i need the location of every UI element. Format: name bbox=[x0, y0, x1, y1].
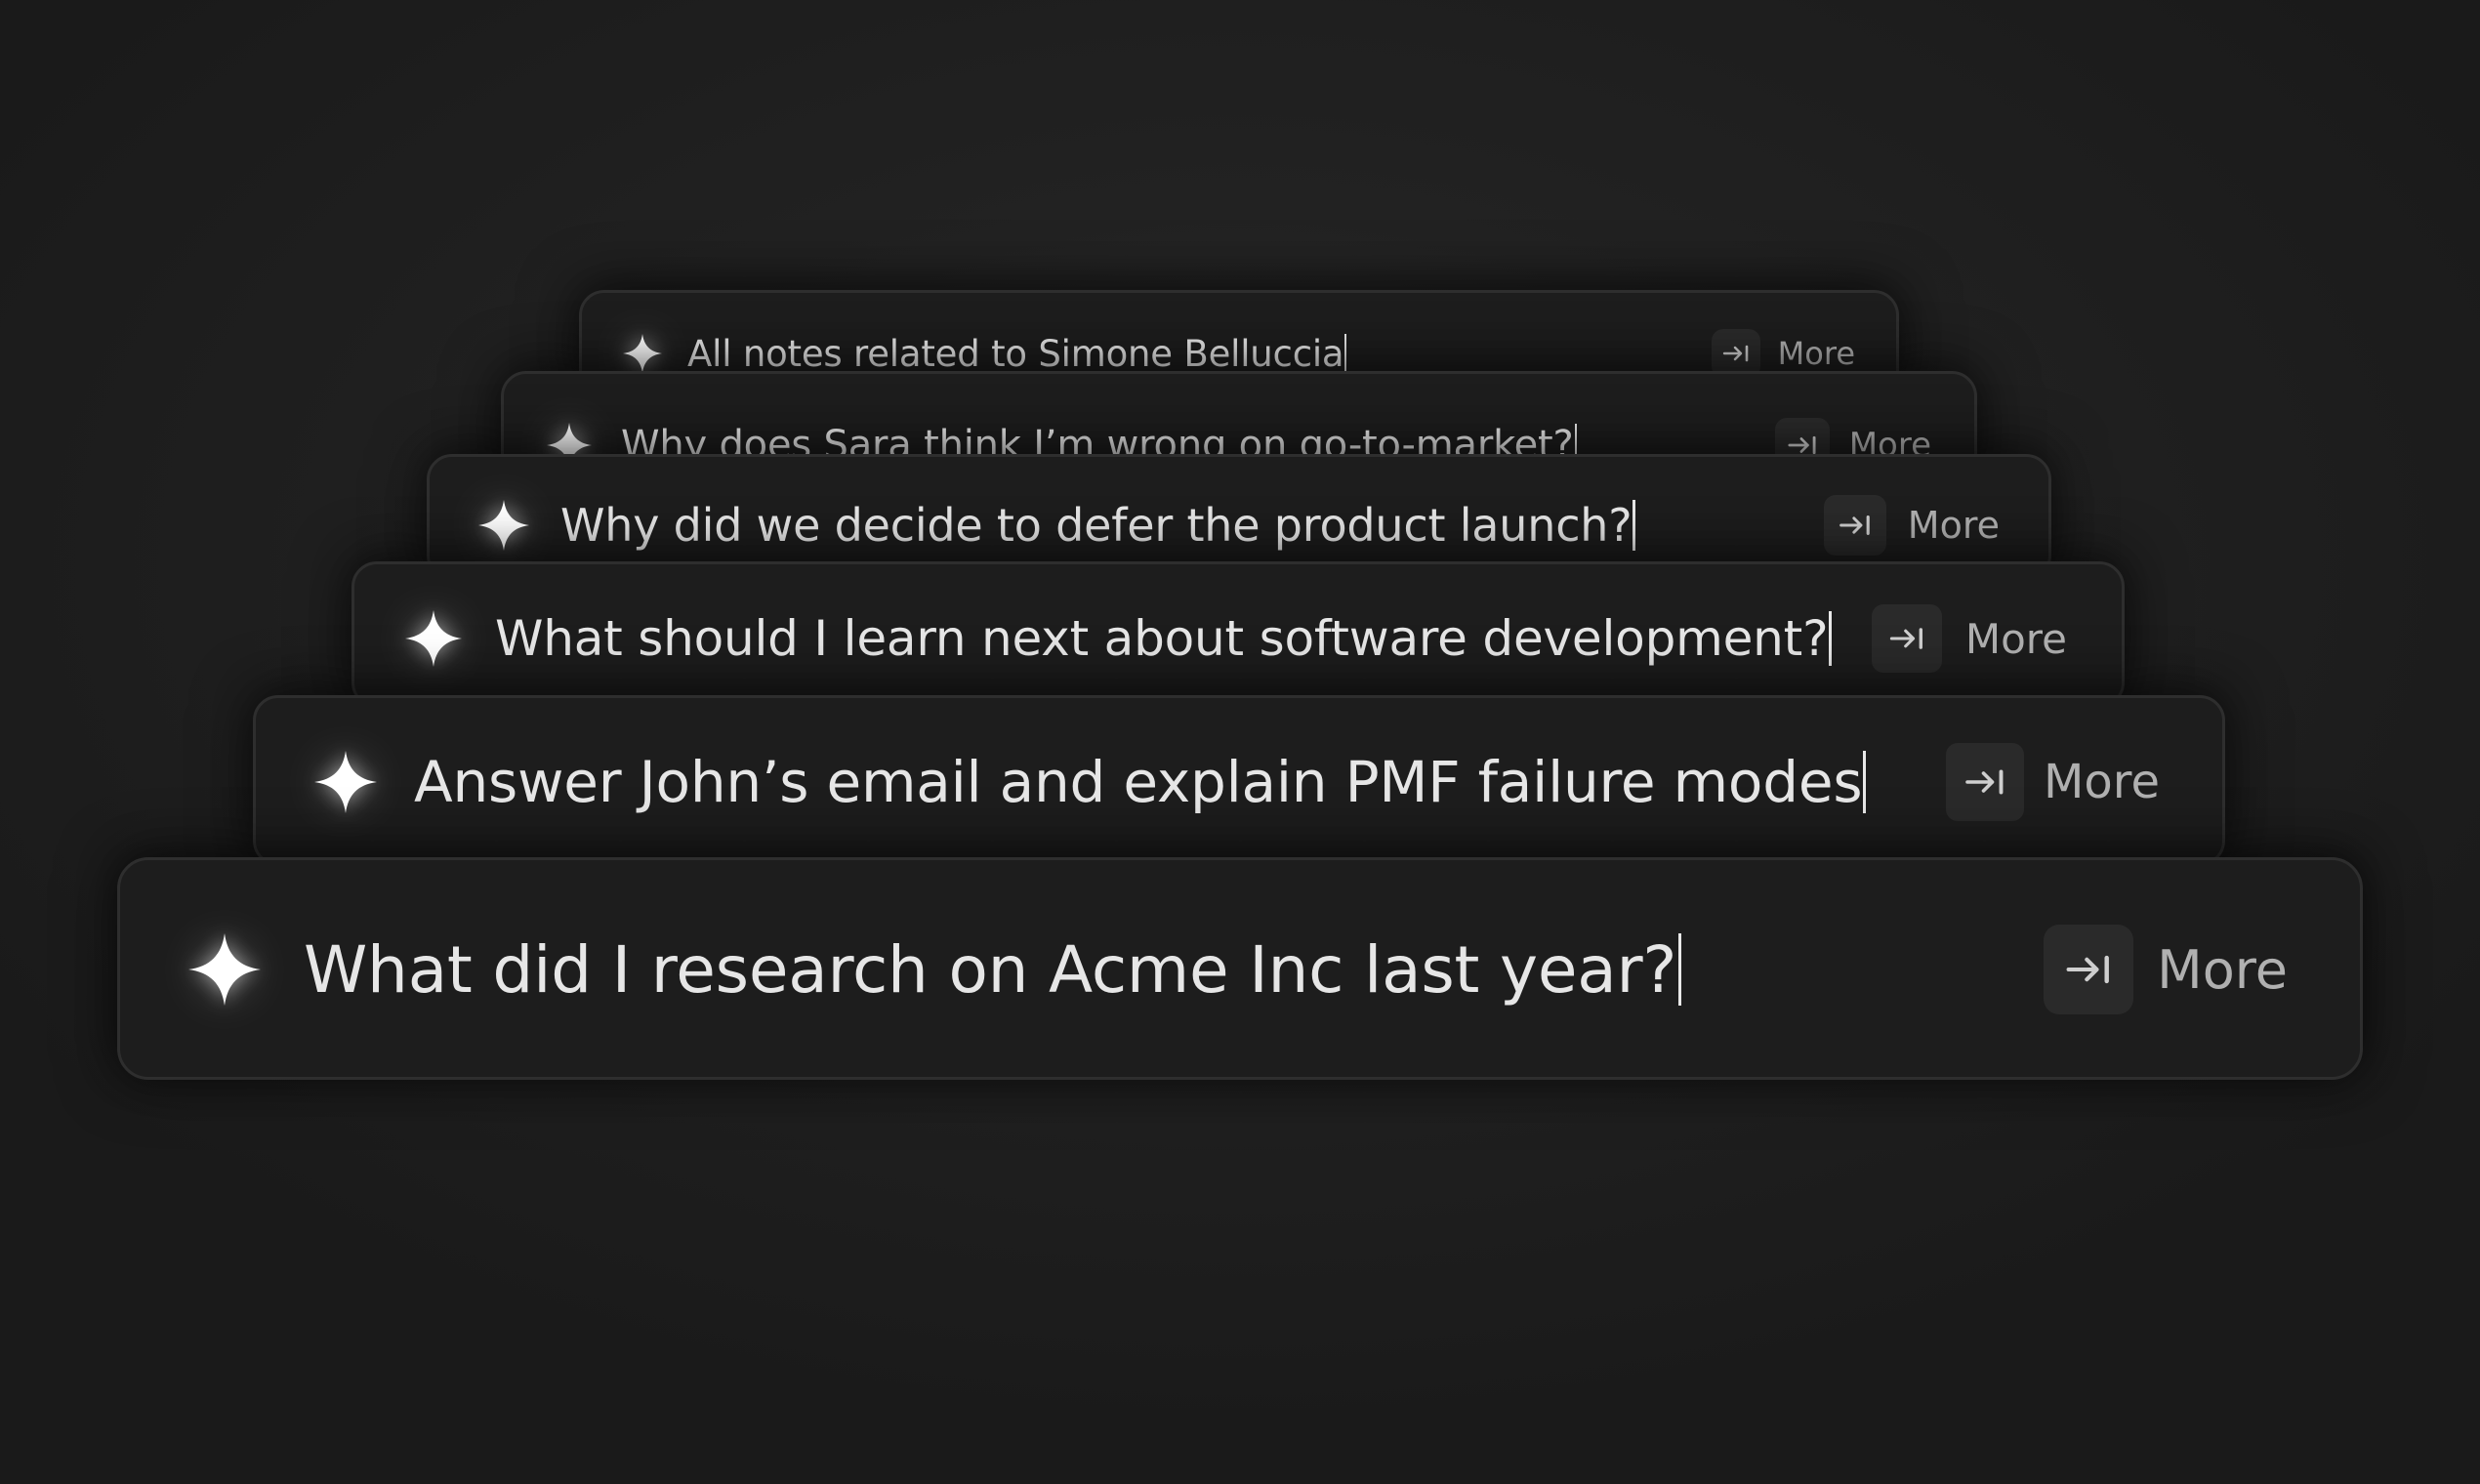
query-text: Why did we decide to defer the product l… bbox=[560, 499, 1633, 552]
sparkle-icon bbox=[405, 610, 462, 667]
suggestion-card-6[interactable]: What did I research on Acme Inc last yea… bbox=[117, 857, 2363, 1080]
query-text: All notes related to Simone Belluccia bbox=[687, 332, 1344, 375]
text-caret bbox=[1678, 933, 1682, 1006]
sparkle-icon bbox=[188, 933, 261, 1006]
sparkle-icon bbox=[314, 751, 377, 813]
more-button[interactable]: More bbox=[1778, 335, 1855, 372]
sparkle-icon bbox=[478, 500, 529, 551]
query-text: What did I research on Acme Inc last yea… bbox=[304, 931, 1677, 1008]
text-caret bbox=[1829, 611, 1833, 666]
suggestion-row: What did I research on Acme Inc last yea… bbox=[120, 911, 2360, 1028]
suggestion-row: What should I learn next about software … bbox=[354, 596, 2122, 681]
query-suggestion-stack: All notes related to Simone Belluccia Mo… bbox=[0, 0, 2480, 1484]
tab-key-icon[interactable] bbox=[1871, 604, 1942, 673]
suggestion-card-4[interactable]: What should I learn next about software … bbox=[351, 561, 2125, 708]
text-caret bbox=[1633, 500, 1636, 551]
query-text: Answer John’s email and explain PMF fail… bbox=[414, 749, 1863, 815]
tab-key-icon[interactable] bbox=[1823, 495, 1886, 556]
text-caret bbox=[1863, 751, 1867, 813]
tab-key-icon[interactable] bbox=[2044, 925, 2134, 1014]
more-button[interactable]: More bbox=[2157, 939, 2288, 1001]
more-button[interactable]: More bbox=[2044, 755, 2160, 809]
tab-key-icon[interactable] bbox=[1946, 743, 2024, 821]
suggestion-row: Answer John’s email and explain PMF fail… bbox=[256, 733, 2222, 831]
suggestion-row: Why did we decide to defer the product l… bbox=[430, 486, 2048, 564]
suggestion-card-5[interactable]: Answer John’s email and explain PMF fail… bbox=[253, 695, 2225, 866]
sparkle-icon bbox=[623, 334, 662, 373]
more-button[interactable]: More bbox=[1908, 504, 2000, 547]
query-text: What should I learn next about software … bbox=[495, 610, 1829, 667]
more-button[interactable]: More bbox=[1965, 615, 2067, 663]
text-caret bbox=[1344, 334, 1347, 373]
